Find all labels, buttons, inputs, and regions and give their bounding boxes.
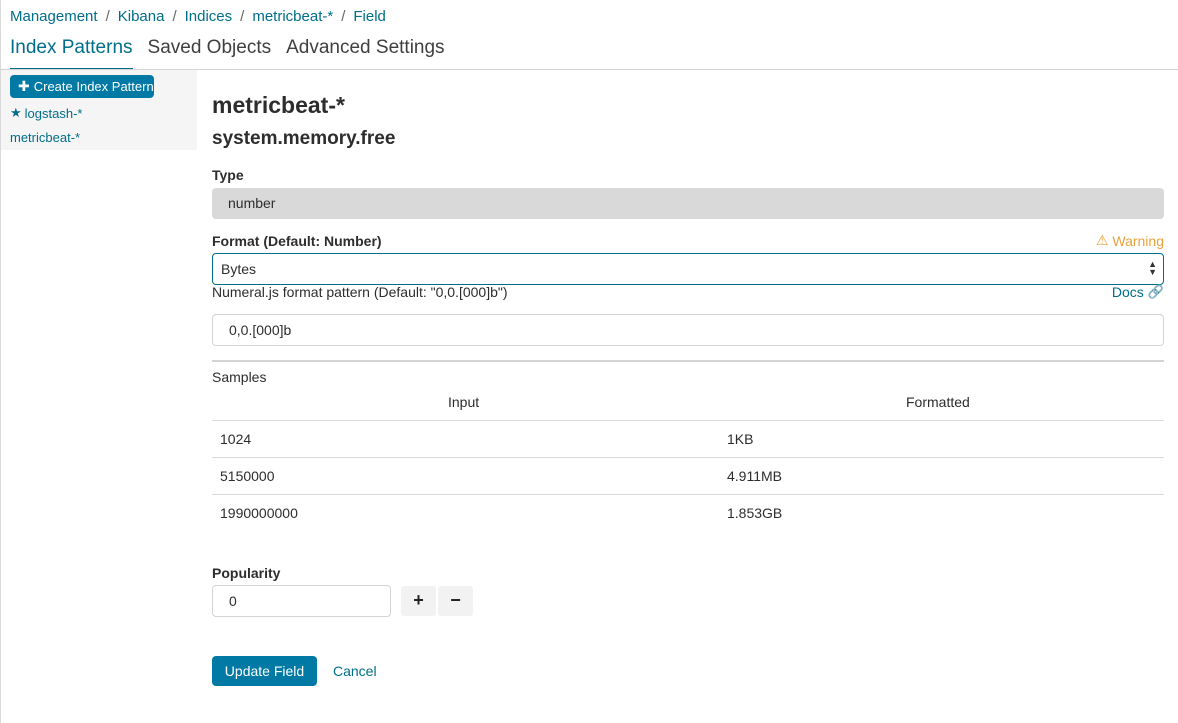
samples-label: Samples [212, 369, 267, 385]
docs-link[interactable]: Docs 🔗 [1112, 284, 1164, 300]
format-label: Format (Default: Number) [212, 233, 382, 249]
sidebar-item-metricbeat[interactable]: metricbeat-* [10, 130, 80, 145]
format-warning[interactable]: ⚠ Warning [1096, 232, 1164, 249]
breadcrumb-management[interactable]: Management [10, 8, 98, 25]
popularity-increment-button[interactable]: + [401, 586, 436, 616]
tab-saved-objects[interactable]: Saved Objects [148, 36, 272, 70]
type-readonly-field: number [212, 188, 1164, 219]
create-index-pattern-button[interactable]: ✚ Create Index Pattern [10, 75, 154, 98]
format-pattern-input[interactable]: 0,0.[000]b [212, 314, 1164, 346]
popularity-decrement-button[interactable]: − [438, 586, 473, 616]
samples-header-formatted: Formatted [906, 394, 970, 410]
cancel-link[interactable]: Cancel [333, 663, 377, 679]
breadcrumb-separator: / [105, 7, 110, 25]
table-cell-formatted: 1KB [727, 431, 754, 447]
table-cell-input: 1024 [220, 431, 252, 447]
tab-index-patterns[interactable]: Index Patterns [10, 36, 133, 70]
breadcrumb-separator: / [341, 7, 346, 25]
breadcrumb-indices[interactable]: Indices [185, 8, 233, 25]
popularity-input[interactable]: 0 [212, 585, 391, 617]
table-row-divider [212, 494, 1164, 495]
breadcrumb-index-pattern[interactable]: metricbeat-* [252, 8, 333, 25]
breadcrumb-field[interactable]: Field [353, 8, 386, 25]
table-row-divider [212, 457, 1164, 458]
sidebar-item-logstash[interactable]: ★ logstash-* [10, 105, 82, 121]
sidebar-item-label: metricbeat-* [10, 130, 81, 145]
sidebar-item-label: logstash-* [24, 105, 83, 121]
tab-advanced-settings[interactable]: Advanced Settings [286, 36, 444, 70]
table-row-divider [212, 420, 1164, 421]
table-cell-input: 1990000000 [220, 505, 298, 521]
format-pattern-label: Numeral.js format pattern (Default: "0,0… [212, 284, 508, 300]
samples-header-input: Input [448, 394, 480, 410]
type-label: Type [212, 167, 244, 183]
update-field-button[interactable]: Update Field [212, 656, 317, 686]
table-cell-formatted: 1.853GB [727, 505, 783, 521]
index-pattern-title: metricbeat-* [212, 92, 345, 118]
warning-icon: ⚠ [1095, 232, 1109, 248]
breadcrumb-separator: / [240, 7, 245, 25]
samples-divider [212, 360, 1164, 362]
management-tabs: Index Patterns Saved Objects Advanced Se… [10, 36, 460, 70]
breadcrumb-kibana[interactable]: Kibana [118, 8, 165, 25]
warning-label: Warning [1112, 232, 1164, 249]
format-select-value: Bytes [221, 261, 257, 277]
field-name-title: system.memory.free [212, 128, 396, 149]
index-pattern-sidebar: ✚ Create Index Pattern ★ logstash-* metr… [1, 70, 197, 150]
create-index-pattern-label: Create Index Pattern [33, 79, 154, 94]
table-cell-formatted: 4.911MB [727, 468, 782, 484]
external-link-icon: 🔗 [1147, 284, 1164, 299]
plus-icon: ✚ [18, 78, 30, 94]
breadcrumb: Management / Kibana / Indices / metricbe… [10, 6, 386, 26]
popularity-label: Popularity [212, 565, 281, 581]
star-icon: ★ [10, 105, 22, 120]
docs-link-label: Docs [1111, 284, 1144, 300]
format-select[interactable]: Bytes ▲ ▼ [212, 253, 1164, 285]
select-arrows-icon: ▲ ▼ [1148, 259, 1157, 277]
breadcrumb-separator: / [172, 7, 177, 25]
table-cell-input: 5150000 [220, 468, 275, 484]
